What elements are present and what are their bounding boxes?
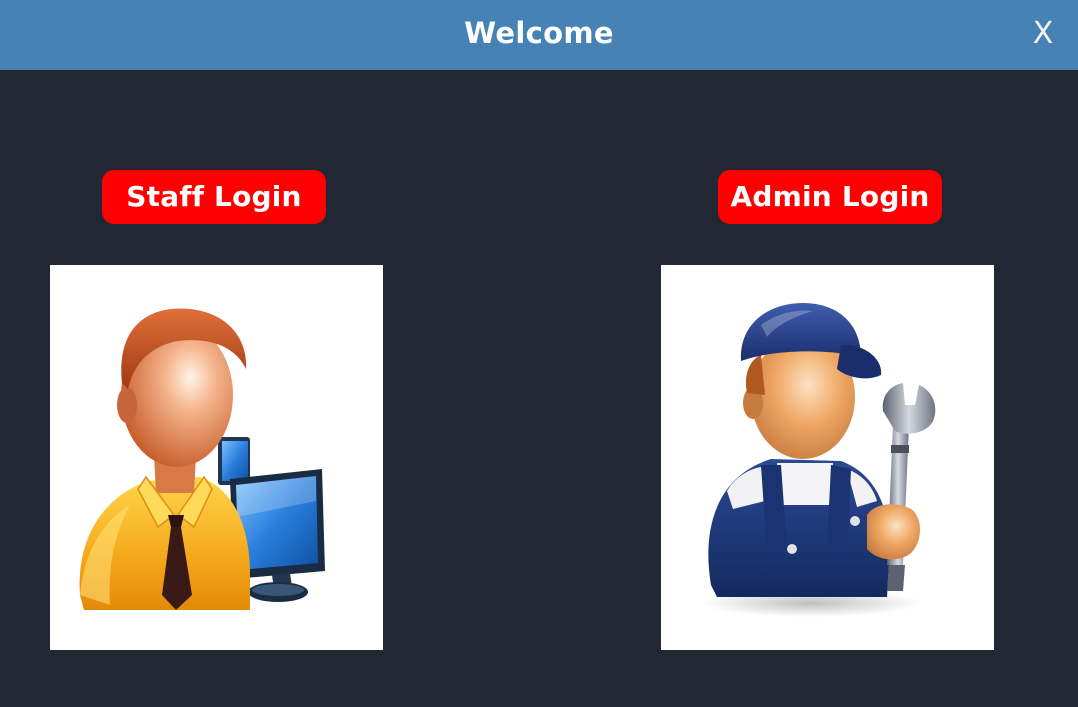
- title-bar: Welcome X: [0, 0, 1078, 70]
- close-button[interactable]: X: [1028, 14, 1058, 54]
- staff-login-image[interactable]: [50, 265, 383, 650]
- admin-login-button[interactable]: Admin Login: [718, 170, 942, 224]
- admin-login-image[interactable]: [661, 265, 994, 650]
- staff-user-computer-icon: [79, 308, 325, 610]
- admin-mechanic-wrench-icon: [701, 303, 936, 617]
- window-title: Welcome: [464, 16, 614, 50]
- staff-login-button[interactable]: Staff Login: [102, 170, 326, 224]
